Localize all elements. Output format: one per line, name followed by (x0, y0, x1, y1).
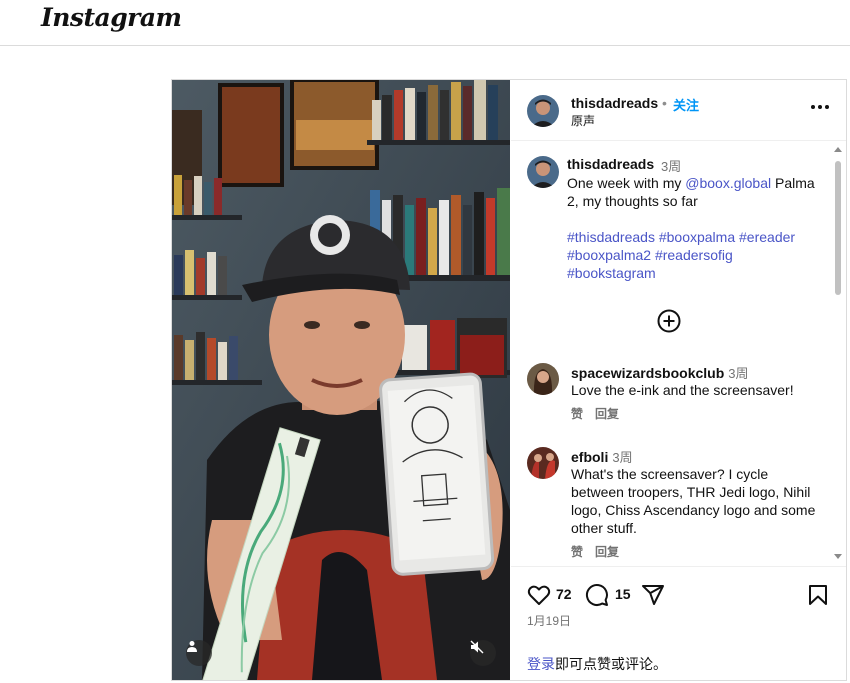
comment-bubble-icon[interactable] (585, 583, 609, 607)
comments-scrollbar[interactable] (834, 146, 842, 560)
user-tag-button[interactable] (186, 640, 212, 666)
user-tag-icon (187, 641, 197, 652)
like-count[interactable]: 72 (556, 586, 572, 602)
comment-username-text[interactable]: efboli (571, 449, 608, 465)
caption-mention[interactable]: @boox.global (685, 175, 771, 191)
paper-plane-icon[interactable] (641, 583, 665, 607)
caption-text-before: One week with my (567, 175, 686, 191)
comment-username[interactable]: efboli 3周 (571, 447, 633, 466)
comment-actions: 赞回复 (571, 543, 631, 560)
commenter-avatar-image (527, 363, 559, 395)
mute-button[interactable] (470, 640, 496, 666)
author-avatar[interactable] (527, 95, 559, 127)
comment-time[interactable]: 3周 (612, 450, 632, 465)
comment-text: Love the e-ink and the screensaver! (571, 382, 794, 398)
comment-reply-button[interactable]: 回复 (595, 407, 619, 421)
comment-actions: 赞回复 (571, 405, 631, 422)
post-date[interactable]: 1月19日 (527, 612, 571, 629)
post-video[interactable] (172, 80, 510, 680)
author-avatar-image (527, 95, 559, 127)
separator-dot: • (662, 95, 667, 111)
caption-text: One week with my @boox.global Palma 2, m… (567, 174, 822, 282)
comment-like-button[interactable]: 赞 (571, 545, 583, 559)
caption-time[interactable]: 3周 (661, 156, 681, 175)
post-sidebar: thisdadreads • 关注 原声 thisdadreads 3周 One… (511, 80, 846, 680)
commenter-avatar[interactable] (527, 447, 559, 479)
comments-section[interactable]: thisdadreads 3周 One week with my @boox.g… (511, 141, 846, 565)
top-navigation-bar: Instagram (0, 0, 850, 46)
comment-item: efboli 3周 What's the screensaver? I cycle… (511, 447, 831, 565)
login-prompt: 登录即可点赞或评论。 (527, 654, 667, 674)
scrollbar-thumb[interactable] (835, 161, 841, 295)
commenter-avatar-image (527, 447, 559, 479)
login-link[interactable]: 登录 (527, 656, 555, 672)
bookmark-icon[interactable] (806, 583, 830, 607)
comment-text: What's the screensaver? I cycle between … (571, 466, 816, 536)
comment-count[interactable]: 15 (615, 586, 631, 602)
comment-like-button[interactable]: 赞 (571, 407, 583, 421)
post-header: thisdadreads • 关注 原声 (511, 80, 846, 141)
comment-reply-button[interactable]: 回复 (595, 545, 619, 559)
plus-circle-icon[interactable] (657, 309, 681, 333)
post-actions-section: 72 15 1月19日 登录即可点赞或评论。 (511, 566, 846, 681)
heart-icon[interactable] (527, 583, 551, 607)
video-frame-illustration (172, 80, 510, 680)
scroll-up-arrow-icon[interactable] (834, 146, 842, 154)
post-container: thisdadreads • 关注 原声 thisdadreads 3周 One… (171, 79, 847, 681)
caption-username[interactable]: thisdadreads (567, 156, 654, 172)
login-prompt-text: 即可点赞或评论。 (555, 656, 667, 672)
instagram-logo[interactable]: Instagram (41, 3, 182, 32)
caption-avatar-image (527, 156, 559, 188)
comment-username-text[interactable]: spacewizardsbookclub (571, 365, 724, 381)
audio-label[interactable]: 原声 (571, 112, 595, 129)
caption-hashtags[interactable]: #thisdadreads #booxpalma #ereader #booxp… (567, 228, 822, 282)
commenter-avatar[interactable] (527, 363, 559, 395)
comment-item: spacewizardsbookclub 3周 Love the e-ink an… (511, 363, 831, 433)
author-username[interactable]: thisdadreads (571, 95, 658, 111)
speaker-muted-icon (470, 640, 484, 654)
comment-username[interactable]: spacewizardsbookclub 3周 (571, 363, 749, 382)
caption-avatar[interactable] (527, 156, 559, 188)
comment-time[interactable]: 3周 (728, 366, 748, 381)
follow-button[interactable]: 关注 (673, 95, 699, 114)
scroll-down-arrow-icon[interactable] (834, 552, 842, 560)
more-options-icon[interactable] (810, 104, 830, 110)
